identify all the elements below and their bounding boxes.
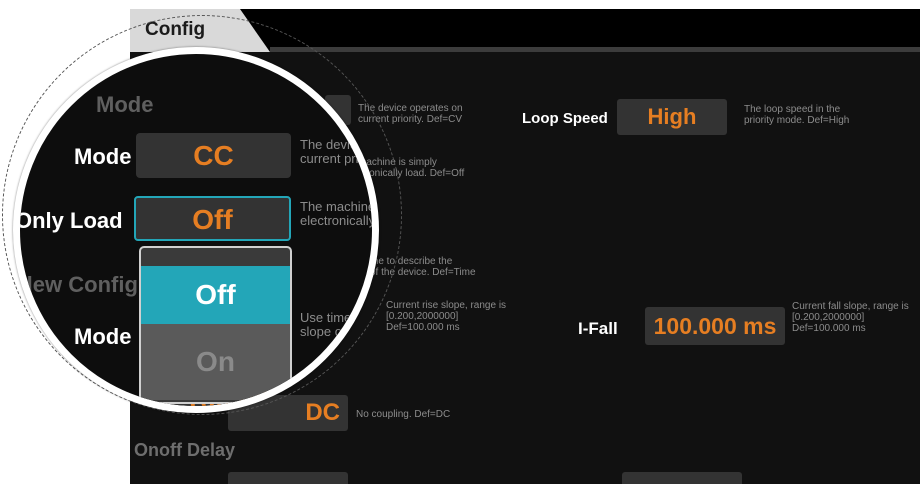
dropdown-option-off[interactable]: Off — [141, 266, 290, 324]
coupling-desc: No coupling. Def=DC — [356, 409, 451, 420]
desc-line: Def=100.000 ms — [386, 322, 460, 333]
mode-section-title: Mode — [96, 92, 154, 117]
desc-line: The machine — [300, 199, 376, 214]
only-load-select[interactable]: Off — [134, 196, 291, 241]
desc-line: [0.200,2000000] — [386, 311, 459, 322]
mode-desc: The devic current pri — [300, 138, 359, 166]
rise-label: ise — [90, 386, 121, 411]
loop-speed-desc: The loop speed in the priority mode. Def… — [744, 104, 849, 126]
ifall-label: I-Fall — [578, 319, 618, 338]
mode-label: Mode — [74, 144, 132, 169]
desc-line: current pri — [300, 151, 359, 166]
desc-line: Use time to — [300, 310, 366, 325]
desc-line: Def=100.000 ms — [792, 323, 866, 334]
slew-mode-label: Mode — [74, 324, 132, 349]
desc-line: Current fall slope, range is — [792, 301, 909, 312]
dropdown-option-on[interactable]: On — [141, 324, 290, 400]
tab-bar-divider — [270, 47, 920, 52]
loop-speed-select[interactable]: High — [617, 99, 727, 135]
desc-line: slope of th — [300, 324, 360, 339]
desc-line: The loop speed in the — [744, 104, 841, 115]
slew-config-section: Slew Config — [13, 272, 138, 297]
only-load-desc: The machine electronically — [300, 199, 376, 228]
desc-line: electronically — [300, 213, 376, 228]
onoff-delay-section: Onoff Delay — [134, 440, 236, 460]
only-load-dropdown[interactable]: Off On — [139, 246, 292, 404]
loop-speed-label: Loop Speed — [522, 110, 608, 127]
slew-mode-desc: Use time to slope of th — [300, 311, 366, 339]
magnifier-circle: Mode Mode CC The devic current pri Only … — [13, 47, 379, 413]
ifall-input[interactable]: 100.000 ms — [645, 307, 785, 345]
desc-line: priority mode. Def=High — [744, 115, 850, 126]
onoff-delay-input-2[interactable] — [622, 472, 742, 484]
only-load-label: Only Load — [15, 208, 123, 233]
mode-select[interactable]: CC — [136, 133, 291, 178]
desc-line: [0.200,2000000] — [792, 312, 865, 323]
desc-line: Current rise slope, range is — [386, 300, 507, 311]
desc-line: The devic — [300, 137, 357, 152]
rise-desc: Current rise slope, range is [0.200,2000… — [386, 300, 506, 333]
ifall-desc: Current fall slope, range is [0.200,2000… — [792, 301, 909, 334]
onoff-delay-input[interactable] — [228, 472, 348, 484]
